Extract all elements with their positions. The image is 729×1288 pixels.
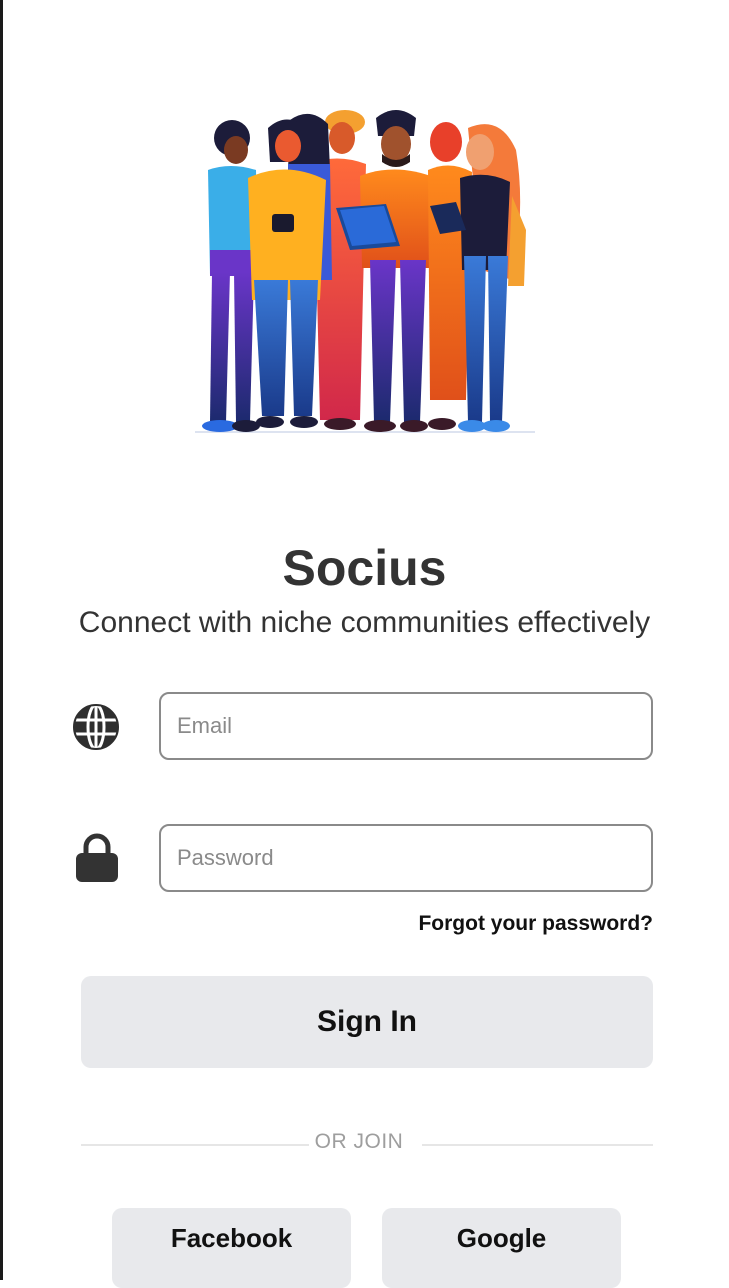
email-input[interactable] <box>159 692 653 760</box>
divider-line-right <box>422 1144 653 1146</box>
app-title: Socius <box>282 540 447 596</box>
facebook-button[interactable]: Facebook <box>112 1208 351 1288</box>
divider-line-left <box>81 1144 309 1146</box>
lock-icon <box>76 833 118 882</box>
globe-icon <box>73 703 119 751</box>
password-input[interactable] <box>159 824 653 892</box>
community-illustration <box>195 110 535 433</box>
sign-in-button[interactable]: Sign In <box>81 976 653 1068</box>
forgot-password-link[interactable]: Forgot your password? <box>418 912 653 936</box>
google-button[interactable]: Google <box>382 1208 621 1288</box>
app-tagline: Connect with niche communities effective… <box>78 606 651 639</box>
divider-label: OR JOIN <box>314 1130 404 1153</box>
